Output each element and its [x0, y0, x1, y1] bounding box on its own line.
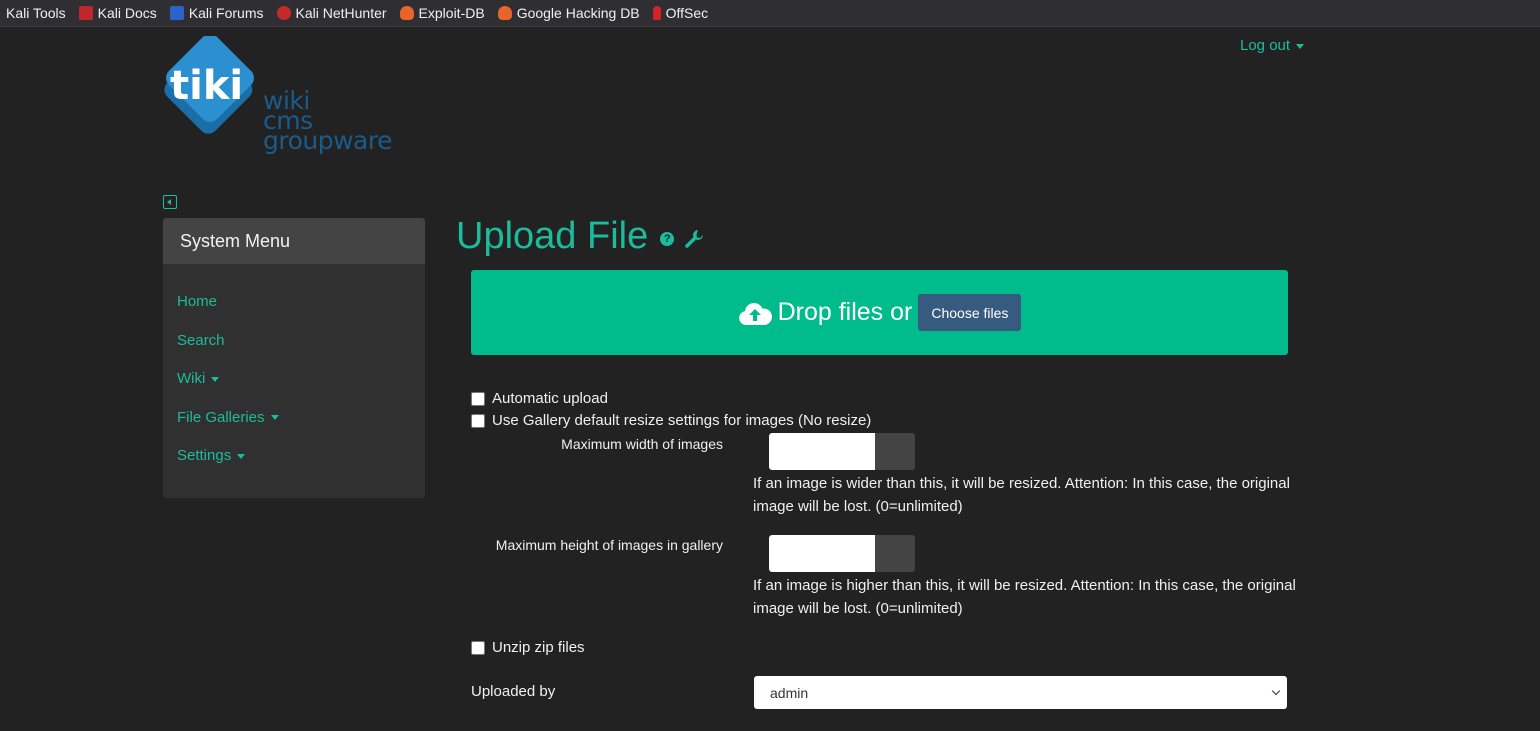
max-height-help: If an image is higher than this, it will…	[753, 577, 1296, 617]
caret-down-icon	[237, 453, 246, 459]
resize-default-row: Use Gallery default resize settings for …	[471, 412, 871, 429]
logout-label: Log out	[1240, 37, 1291, 54]
logo-word: tiki	[170, 63, 243, 109]
sidebar-title: System Menu	[163, 218, 425, 264]
sidebar: System Menu Home Search Wiki File Galler…	[163, 218, 425, 498]
logo-words: wiki cms groupware	[263, 88, 392, 155]
automatic-upload-checkbox[interactable]	[471, 391, 485, 406]
sidebar-item-label: Home	[177, 293, 218, 310]
uploaded-by-select[interactable]: admin	[754, 676, 1287, 709]
help-icon[interactable]: ?	[660, 231, 675, 246]
sidebar-item-settings[interactable]: Settings	[163, 447, 425, 486]
max-height-input[interactable]	[769, 535, 915, 572]
logout-dropdown[interactable]: Log out	[1240, 37, 1305, 54]
max-width-input[interactable]	[769, 433, 915, 470]
unzip-row: Unzip zip files	[471, 639, 585, 656]
resize-default-checkbox[interactable]	[471, 413, 485, 428]
chevron-down-icon	[1271, 686, 1281, 696]
offsec-icon	[652, 6, 661, 20]
unzip-checkbox[interactable]	[471, 640, 485, 655]
nethunter-icon	[276, 6, 291, 20]
bookmark-label: Kali Forums	[188, 5, 264, 21]
sidebar-item-label: Wiki	[177, 370, 206, 387]
choose-files-button[interactable]: Choose files	[918, 294, 1022, 331]
bookmark-label: Google Hacking DB	[516, 5, 640, 21]
max-width-label: Maximum width of images	[561, 436, 723, 452]
page-title-text: Upload File	[456, 215, 649, 257]
max-width-help: If an image is wider than this, it will …	[753, 475, 1290, 515]
sidebar-toggle-icon[interactable]	[163, 195, 177, 209]
dropzone-text: Drop files or	[777, 298, 913, 326]
caret-down-icon	[211, 376, 220, 382]
sidebar-item-home[interactable]: Home	[163, 293, 425, 332]
bookmark-label: OffSec	[665, 5, 709, 21]
automatic-upload-row: Automatic upload	[471, 390, 608, 407]
sidebar-item-file-galleries[interactable]: File Galleries	[163, 409, 425, 448]
bookmark-google-hacking-db[interactable]: Google Hacking DB	[497, 5, 640, 21]
bookmark-label: Exploit-DB	[418, 5, 485, 21]
bookmark-label: Kali Tools	[6, 5, 66, 21]
file-dropzone[interactable]: Drop files or Choose files	[471, 270, 1288, 355]
sidebar-item-label: Search	[177, 331, 225, 349]
kali-docs-icon	[78, 6, 93, 20]
uploaded-by-value: admin	[770, 684, 809, 701]
tiki-logo-icon: tiki	[164, 34, 254, 134]
unzip-label: Unzip zip files	[492, 639, 585, 656]
automatic-upload-label: Automatic upload	[492, 390, 608, 407]
bookmark-kali-docs[interactable]: Kali Docs	[78, 5, 157, 21]
bookmark-label: Kali Docs	[97, 5, 157, 21]
max-height-label: Maximum height of images in gallery	[495, 537, 723, 553]
ghdb-icon	[497, 6, 512, 20]
bookmark-kali-tools[interactable]: Kali Tools	[6, 5, 66, 21]
caret-down-icon	[1296, 43, 1305, 49]
resize-default-label: Use Gallery default resize settings for …	[492, 412, 872, 429]
sidebar-menu: Home Search Wiki File Galleries Settings	[163, 264, 425, 486]
bookmark-label: Kali NetHunter	[295, 5, 387, 21]
bookmark-kali-forums[interactable]: Kali Forums	[169, 5, 264, 21]
bookmark-offsec[interactable]: OffSec	[652, 5, 709, 21]
bookmarks-bar: Kali Tools Kali Docs Kali Forums Kali Ne…	[0, 0, 1540, 27]
uploaded-by-label: Uploaded by	[471, 683, 556, 700]
sidebar-item-label: Settings	[177, 447, 232, 464]
logo-line: groupware	[263, 126, 392, 155]
max-height-input-field[interactable]	[769, 535, 875, 572]
sidebar-item-search[interactable]: Search	[163, 332, 425, 371]
sidebar-item-label: File Galleries	[177, 408, 265, 426]
bookmark-kali-nethunter[interactable]: Kali NetHunter	[276, 5, 387, 21]
site-logo[interactable]: tiki wiki cms groupware	[160, 34, 410, 176]
caret-down-icon	[270, 415, 279, 421]
wrench-icon[interactable]	[684, 229, 704, 249]
kali-forums-icon	[169, 6, 184, 20]
cloud-upload-icon	[738, 302, 772, 325]
sidebar-item-wiki[interactable]: Wiki	[163, 370, 425, 409]
exploitdb-icon	[399, 6, 414, 20]
page-title: Upload File ?	[456, 215, 704, 258]
bookmark-exploit-db[interactable]: Exploit-DB	[399, 5, 485, 21]
max-width-input-field[interactable]	[769, 433, 875, 470]
